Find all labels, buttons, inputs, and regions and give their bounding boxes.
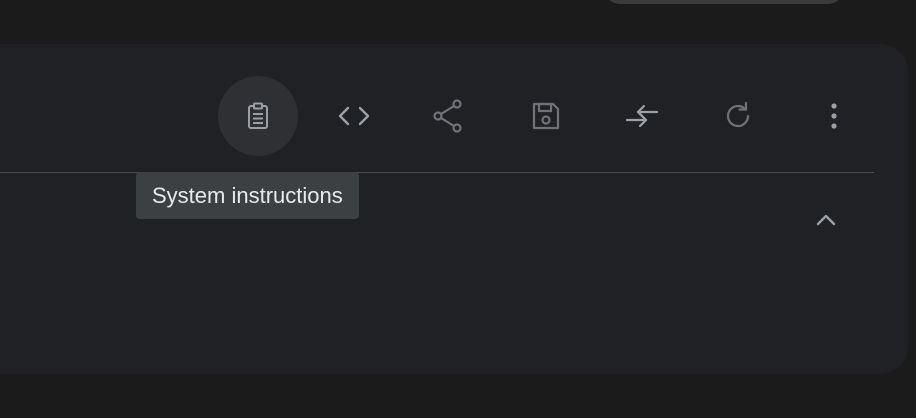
share-button[interactable]	[408, 76, 488, 156]
get-code-button[interactable]	[314, 76, 394, 156]
chevron-up-icon	[815, 213, 837, 232]
system-instructions-button[interactable]	[218, 76, 298, 156]
tooltip: System instructions	[136, 172, 359, 219]
top-pill-control[interactable]	[604, 0, 844, 4]
save-icon	[531, 101, 561, 131]
toolbar	[0, 44, 916, 172]
share-icon	[432, 99, 464, 133]
more-vert-icon	[830, 101, 838, 131]
refresh-button[interactable]	[698, 76, 778, 156]
section-divider	[0, 172, 874, 173]
compare-arrows-icon	[624, 102, 660, 130]
collapse-section-button[interactable]	[806, 202, 846, 242]
more-options-button[interactable]	[794, 76, 874, 156]
clipboard-icon	[243, 101, 273, 131]
refresh-icon	[723, 101, 753, 131]
code-icon	[337, 104, 371, 128]
compare-button[interactable]	[602, 76, 682, 156]
save-button[interactable]	[506, 76, 586, 156]
